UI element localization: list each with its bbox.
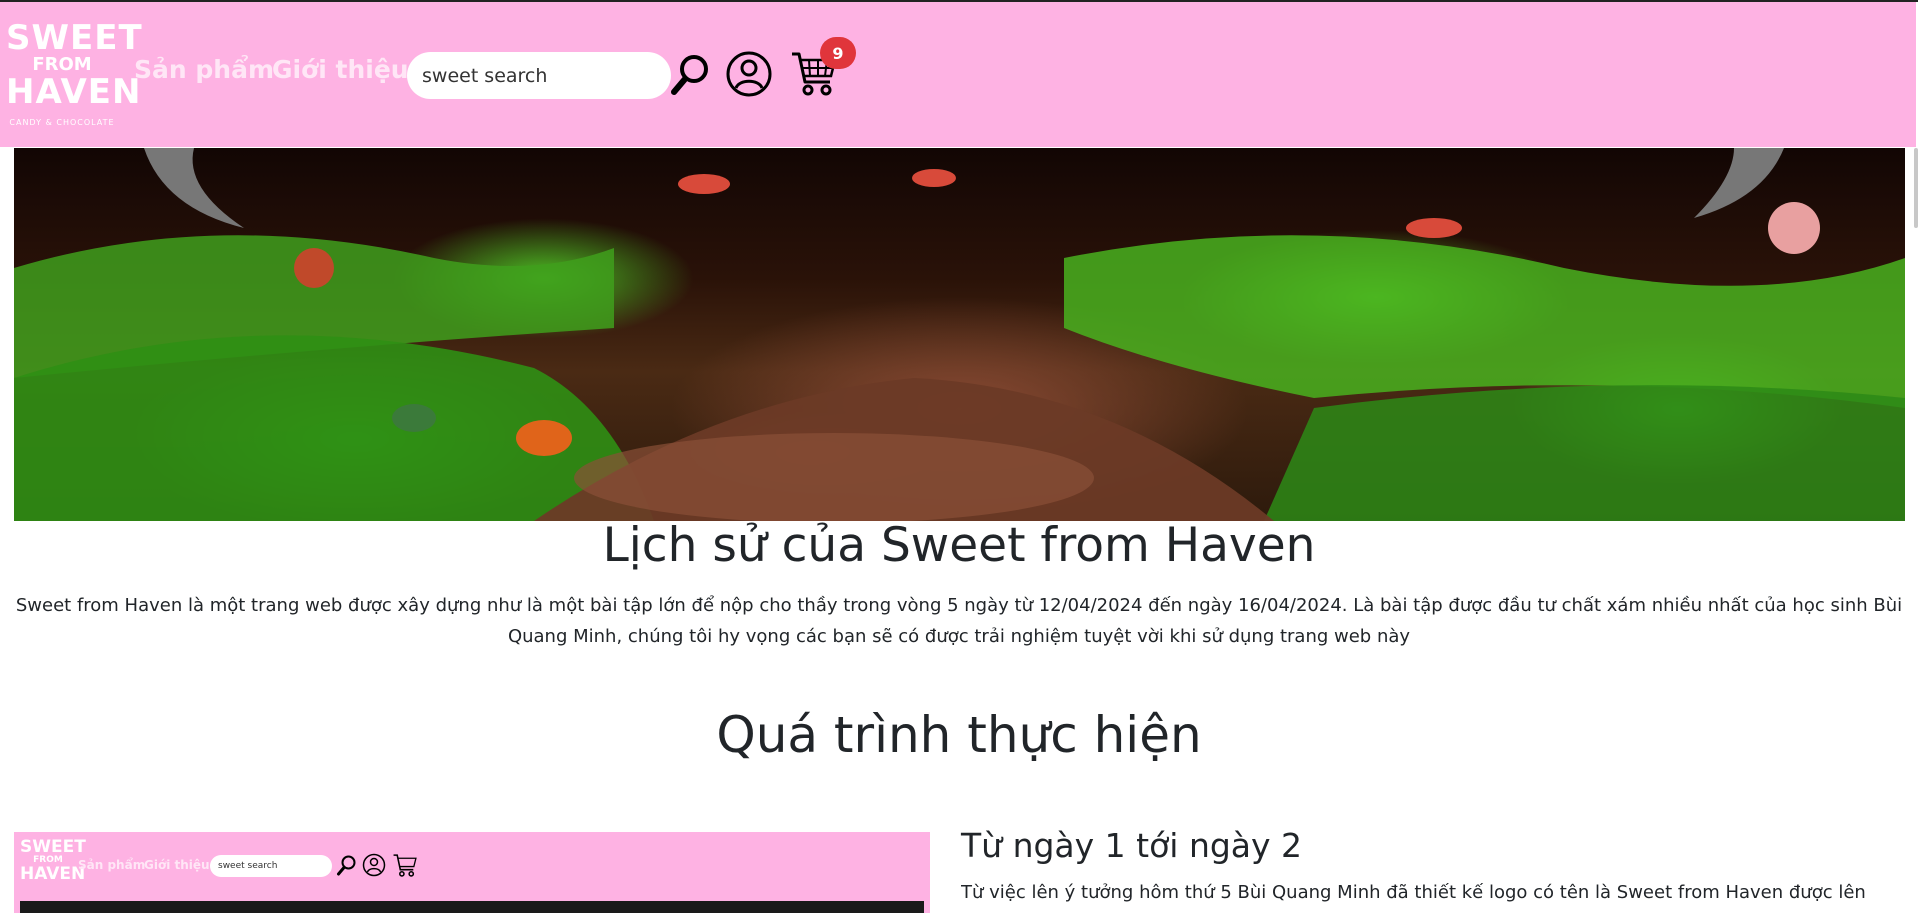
thumbnail-user-icon xyxy=(362,853,386,877)
search-input[interactable] xyxy=(407,52,671,99)
thumbnail-logo-line-3: HAVEN xyxy=(20,864,86,884)
process-title: Quá trình thực hiện xyxy=(716,706,1202,764)
thumbnail-cart-icon xyxy=(393,854,417,877)
search-button[interactable] xyxy=(670,52,712,99)
history-title: Lịch sử của Sweet from Haven xyxy=(602,518,1316,573)
nav-link-about[interactable]: Giới thiệu xyxy=(272,55,409,84)
logo-line-3: HAVEN xyxy=(6,72,142,112)
candy-land-illustration xyxy=(14,148,1905,521)
history-description: Sweet from Haven là một trang web được x… xyxy=(15,595,1903,647)
cart-count-badge: 9 xyxy=(820,37,856,69)
magnifier-icon xyxy=(671,55,708,95)
step-1-title: Từ ngày 1 tới ngày 2 xyxy=(961,826,1303,865)
nav-link-products[interactable]: Sản phẩm xyxy=(134,55,274,84)
navbar: SWEET FROM HAVEN CANDY & CHOCOLATE Sản p… xyxy=(0,2,1916,147)
page-scrollbar[interactable] xyxy=(1914,148,1918,228)
thumbnail-hero-strip xyxy=(20,901,924,913)
thumbnail-magnifier-icon xyxy=(337,855,356,876)
account-button[interactable] xyxy=(726,50,772,101)
thumbnail-logo: SWEET FROM HAVEN xyxy=(20,837,86,884)
site-logo[interactable]: SWEET FROM HAVEN CANDY & CHOCOLATE xyxy=(6,18,143,132)
thumbnail-nav-about: Giới thiệu xyxy=(144,858,210,872)
thumbnail-search: sweet search xyxy=(210,855,332,877)
thumbnail-nav-products: Sản phẩm xyxy=(78,858,146,872)
logo-tagline: CANDY & CHOCOLATE xyxy=(9,118,115,127)
hero-banner-image xyxy=(14,148,1905,521)
step-1-text: Từ việc lên ý tưởng hôm thứ 5 Bùi Quang … xyxy=(961,882,1866,903)
user-circle-icon xyxy=(726,51,772,97)
step-screenshot: SWEET FROM HAVEN Sản phẩm Giới thiệu swe… xyxy=(14,832,930,913)
logo-line-1: SWEET xyxy=(6,18,143,58)
thumbnail-logo-line-1: SWEET xyxy=(20,837,86,857)
